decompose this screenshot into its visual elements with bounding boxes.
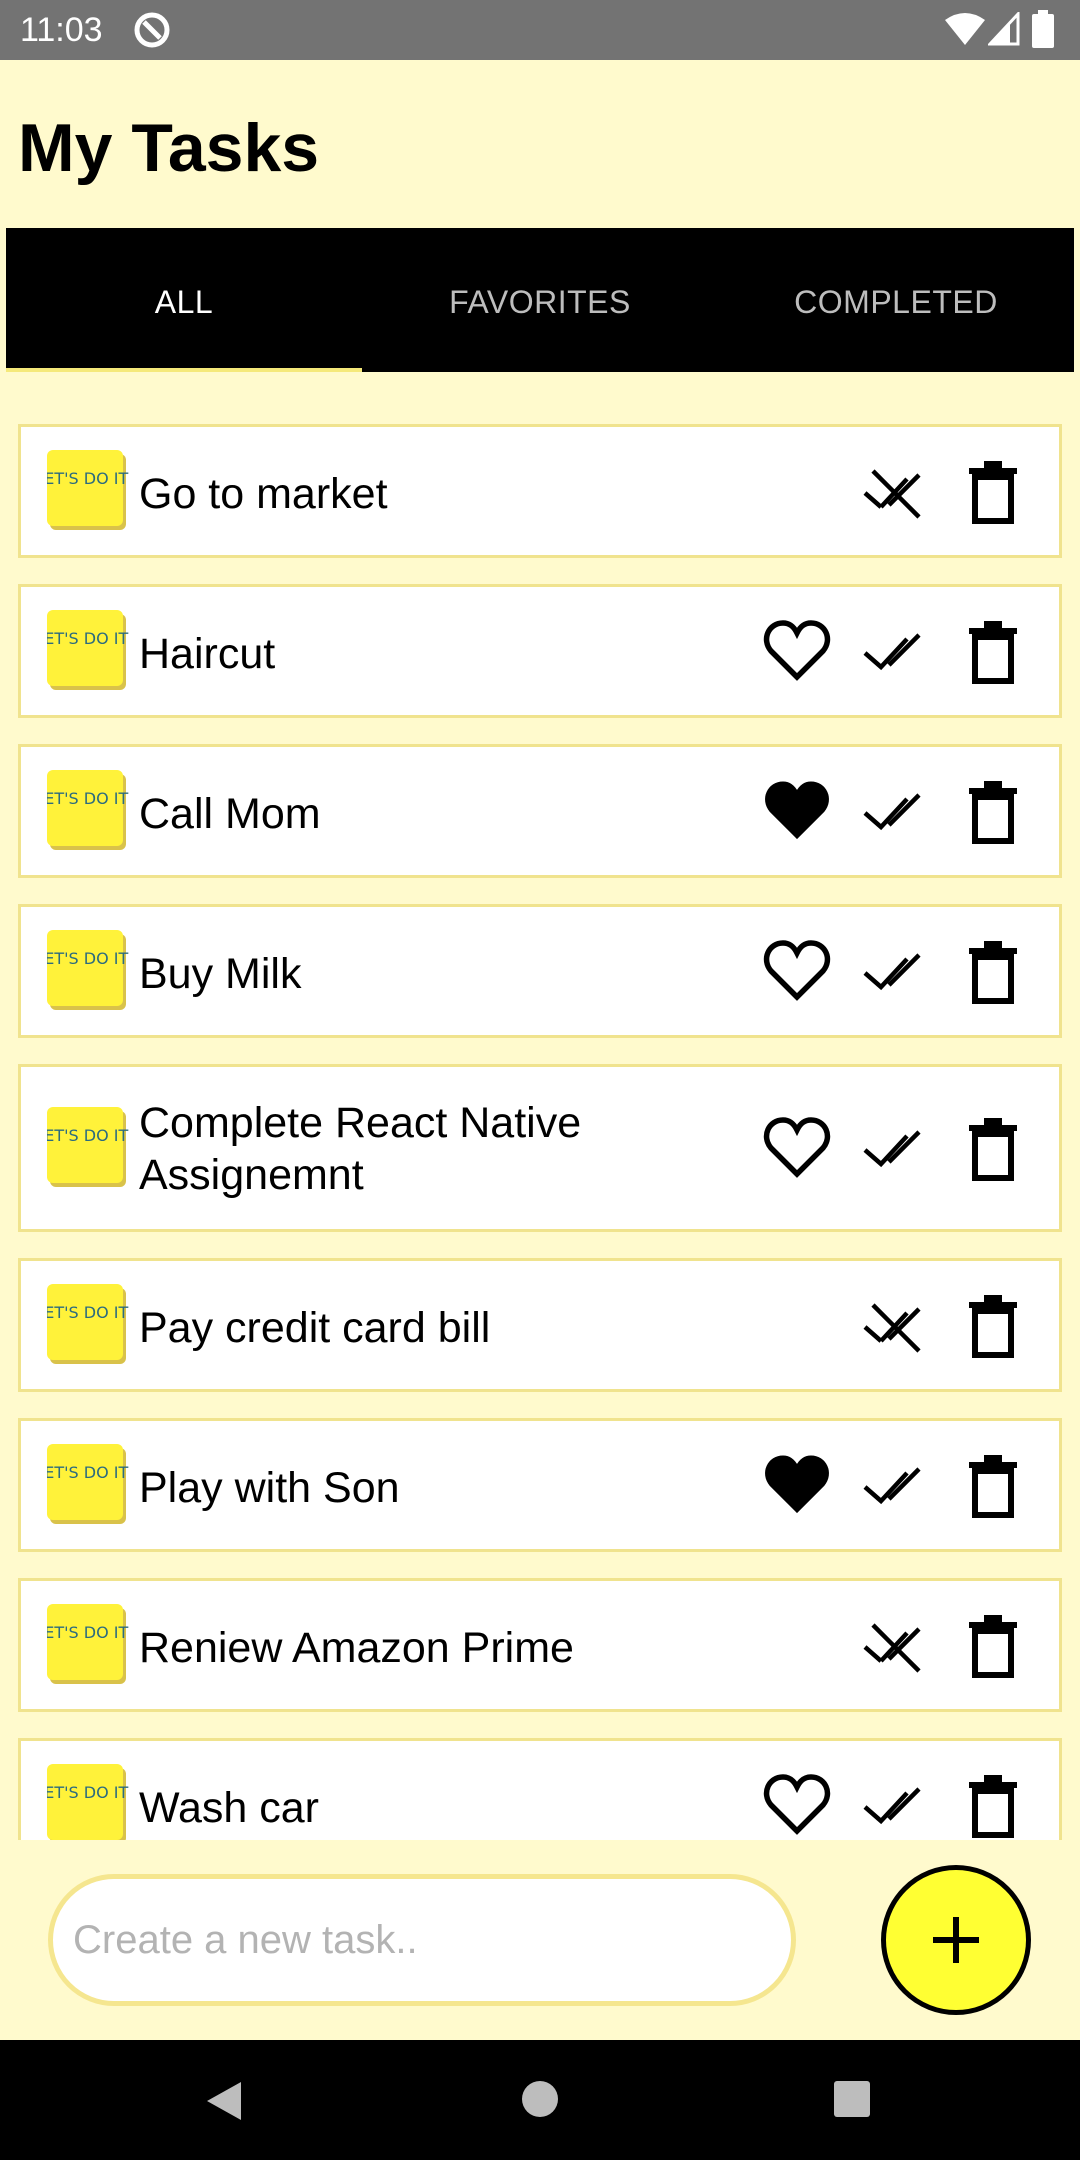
mark-incomplete-icon[interactable] <box>859 1609 931 1681</box>
svg-text:LET'S DO IT!: LET'S DO IT! <box>47 1303 129 1322</box>
delete-icon[interactable] <box>957 1289 1029 1361</box>
svg-text:LET'S DO IT!: LET'S DO IT! <box>47 469 129 488</box>
svg-text:LET'S DO IT!: LET'S DO IT! <box>47 629 129 648</box>
tab-completed[interactable]: COMPLETED <box>718 228 1074 372</box>
task-item[interactable]: LET'S DO IT! Reniew Amazon Prime <box>18 1578 1062 1712</box>
new-task-field[interactable] <box>48 1874 796 2006</box>
task-item[interactable]: LET'S DO IT! Pay credit card bill <box>18 1258 1062 1392</box>
wifi-icon <box>945 13 985 45</box>
mark-complete-icon[interactable] <box>859 1769 931 1840</box>
heart-outline-icon[interactable] <box>761 615 833 687</box>
svg-text:LET'S DO IT!: LET'S DO IT! <box>47 1623 129 1642</box>
heart-filled-icon[interactable] <box>761 1449 833 1521</box>
sticky-note-icon: LET'S DO IT! <box>47 1284 129 1364</box>
signal-icon <box>988 12 1020 46</box>
sticky-note-icon: LET'S DO IT! <box>47 1107 129 1187</box>
recents-icon[interactable] <box>834 2081 870 2117</box>
sticky-note-icon: LET'S DO IT! <box>47 1604 129 1684</box>
task-item[interactable]: LET'S DO IT! Haircut <box>18 584 1062 718</box>
task-title: Go to market <box>139 470 388 518</box>
sticky-note-icon: LET'S DO IT! <box>47 1444 129 1524</box>
mark-complete-icon[interactable] <box>859 615 931 687</box>
task-title: Call Mom <box>139 790 321 838</box>
task-item[interactable]: LET'S DO IT! Complete React Native Assig… <box>18 1064 1062 1232</box>
delete-icon[interactable] <box>957 1449 1029 1521</box>
sticky-note-icon: LET'S DO IT! <box>47 450 129 530</box>
task-title: Wash car <box>139 1784 319 1832</box>
svg-text:LET'S DO IT!: LET'S DO IT! <box>47 1126 129 1145</box>
delete-icon[interactable] <box>957 1112 1029 1184</box>
delete-icon[interactable] <box>957 935 1029 1007</box>
delete-icon[interactable] <box>957 455 1029 527</box>
back-icon[interactable] <box>205 2080 243 2122</box>
heart-outline-icon[interactable] <box>761 1769 833 1840</box>
heart-filled-icon[interactable] <box>761 775 833 847</box>
mark-complete-icon[interactable] <box>859 1449 931 1521</box>
page-title: My Tasks <box>18 110 320 186</box>
task-title: Play with Son <box>139 1464 400 1512</box>
home-icon[interactable] <box>522 2081 558 2117</box>
delete-icon[interactable] <box>957 775 1029 847</box>
task-title: Reniew Amazon Prime <box>139 1624 574 1672</box>
task-list[interactable]: LET'S DO IT! Go to market LET'S DO IT! H… <box>0 372 1080 1840</box>
mark-incomplete-icon[interactable] <box>859 1289 931 1361</box>
svg-text:LET'S DO IT!: LET'S DO IT! <box>47 1783 129 1802</box>
task-item[interactable]: LET'S DO IT! Buy Milk <box>18 904 1062 1038</box>
task-item[interactable]: LET'S DO IT! Call Mom <box>18 744 1062 878</box>
mark-complete-icon[interactable] <box>859 935 931 1007</box>
task-title: Pay credit card bill <box>139 1304 491 1352</box>
add-task-button[interactable] <box>881 1865 1031 2015</box>
battery-icon <box>1032 10 1054 48</box>
tab-all[interactable]: ALL <box>6 228 362 372</box>
mark-complete-icon[interactable] <box>859 775 931 847</box>
delete-icon[interactable] <box>957 1609 1029 1681</box>
sticky-note-icon: LET'S DO IT! <box>47 930 129 1010</box>
tab-favorites[interactable]: FAVORITES <box>362 228 718 372</box>
plus-icon <box>933 1917 979 1963</box>
task-title: Complete React Native Assignemnt <box>139 1099 582 1199</box>
svg-text:LET'S DO IT!: LET'S DO IT! <box>47 1463 129 1482</box>
task-item[interactable]: LET'S DO IT! Play with Son <box>18 1418 1062 1552</box>
mark-incomplete-icon[interactable] <box>859 455 931 527</box>
task-item[interactable]: LET'S DO IT! Wash car <box>18 1738 1062 1840</box>
new-task-input[interactable] <box>73 1879 773 2001</box>
svg-text:LET'S DO IT!: LET'S DO IT! <box>47 949 129 968</box>
status-bar: 11:03 <box>0 0 1080 60</box>
delete-icon[interactable] <box>957 615 1029 687</box>
task-item[interactable]: LET'S DO IT! Go to market <box>18 424 1062 558</box>
sticky-note-icon: LET'S DO IT! <box>47 770 129 850</box>
delete-icon[interactable] <box>957 1769 1029 1840</box>
svg-text:LET'S DO IT!: LET'S DO IT! <box>47 789 129 808</box>
notification-icon <box>134 12 170 48</box>
tab-bar: ALL FAVORITES COMPLETED <box>6 228 1074 372</box>
status-time: 11:03 <box>20 11 103 49</box>
heart-outline-icon[interactable] <box>761 1112 833 1184</box>
system-nav-bar <box>0 2040 1080 2160</box>
task-title: Haircut <box>139 630 276 678</box>
sticky-note-icon: LET'S DO IT! <box>47 610 129 690</box>
sticky-note-icon: LET'S DO IT! <box>47 1764 129 1840</box>
task-title: Buy Milk <box>139 950 302 998</box>
heart-outline-icon[interactable] <box>761 935 833 1007</box>
mark-complete-icon[interactable] <box>859 1112 931 1184</box>
